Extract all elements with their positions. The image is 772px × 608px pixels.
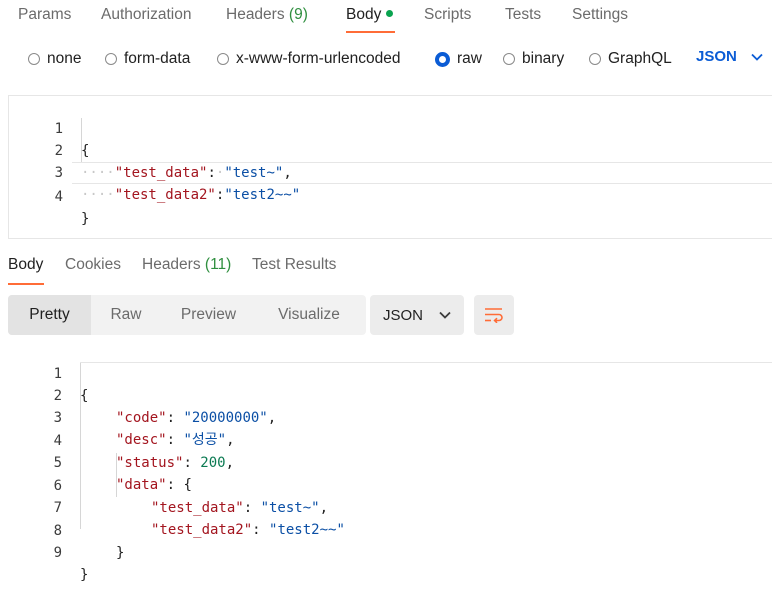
radio-graphql[interactable]: GraphQL (589, 49, 672, 69)
code-line: 2 ····"test_data":·"test~", (9, 118, 772, 181)
radio-form-data[interactable]: form-data (105, 49, 190, 69)
brace-close: } (81, 211, 90, 227)
view-mode-toggle: Pretty Raw Preview Visualize (8, 295, 366, 335)
tab-params-label: Params (18, 6, 72, 23)
chevron-down-icon (439, 311, 451, 319)
view-raw-label: Raw (110, 306, 142, 323)
code-line: 1 { (8, 341, 772, 404)
raw-format-label: JSON (696, 48, 737, 65)
wrap-lines-icon (485, 308, 503, 323)
radio-raw[interactable]: raw (435, 49, 482, 69)
line-number: 9 (53, 545, 62, 561)
code-line: 8 } (8, 498, 772, 561)
code-line: 6 "test_data": "test~", (8, 453, 772, 516)
response-active-tab-indicator (8, 283, 44, 285)
tab-authorization-label: Authorization (101, 6, 192, 23)
radio-circle-icon (217, 53, 229, 65)
code-line: 1 { (9, 96, 772, 159)
tab-params[interactable]: Params (18, 5, 71, 25)
view-preview-label: Preview (180, 306, 237, 323)
active-tab-indicator (346, 31, 395, 33)
view-preview-button[interactable]: Preview (161, 295, 256, 335)
whitespace-dots: ···· (81, 187, 115, 203)
tab-tests[interactable]: Tests (505, 5, 541, 25)
radio-selected-icon (435, 51, 450, 67)
response-tab-body-label: Body (8, 256, 44, 273)
line-number: 4 (54, 189, 63, 205)
view-visualize-label: Visualize (278, 306, 340, 323)
tab-authorization[interactable]: Authorization (101, 5, 191, 25)
response-language-select[interactable]: JSON (370, 295, 464, 335)
request-body-editor[interactable]: 1 { 2 ····"test_data":·"test~", 3 ····"t… (8, 95, 772, 239)
radio-binary[interactable]: binary (503, 49, 564, 69)
radio-circle-icon (503, 53, 515, 65)
radio-circle-icon (28, 53, 40, 65)
view-raw-button[interactable]: Raw (91, 295, 161, 335)
radio-none[interactable]: none (28, 49, 81, 69)
radio-form-data-label: form-data (124, 50, 191, 67)
code-line: 3 ····"test_data2":"test2~~" (9, 140, 772, 203)
brace-close: } (116, 545, 125, 561)
view-pretty-button[interactable]: Pretty (8, 295, 91, 335)
response-tab-cookies-label: Cookies (65, 256, 121, 273)
view-visualize-button[interactable]: Visualize (256, 295, 362, 335)
code-line: 3 "desc": "성공", (8, 385, 772, 448)
chevron-down-icon (751, 53, 763, 61)
radio-raw-label: raw (457, 50, 482, 67)
response-headers-count-badge: (11) (204, 256, 232, 273)
code-line: 4 "status": 200, (8, 408, 772, 471)
response-tab-test-results-label: Test Results (252, 256, 337, 273)
tab-headers-label: Headers (226, 6, 285, 23)
tab-body-label: Body (346, 6, 382, 23)
code-line: 2 "code": "20000000", (8, 363, 772, 426)
headers-count-badge: (9) (288, 6, 308, 23)
json-string: "test2~~" (224, 187, 301, 203)
response-tab-test-results[interactable]: Test Results (252, 256, 336, 274)
radio-circle-icon (105, 53, 117, 65)
tab-tests-label: Tests (505, 6, 542, 23)
response-tab-headers[interactable]: Headers (11) (142, 256, 231, 274)
json-key: "test_data2" (114, 187, 216, 203)
radio-circle-icon (589, 53, 601, 65)
body-modified-dot (386, 10, 394, 17)
tab-headers[interactable]: Headers (9) (226, 5, 308, 25)
tab-scripts-label: Scripts (424, 6, 472, 23)
radio-binary-label: binary (522, 50, 565, 67)
brace-close: } (80, 567, 89, 583)
tab-settings-label: Settings (572, 6, 629, 23)
radio-urlencoded-label: x-www-form-urlencoded (236, 50, 401, 67)
raw-format-dropdown[interactable]: JSON (696, 48, 763, 65)
radio-none-label: none (47, 50, 82, 67)
wrap-lines-button[interactable] (474, 295, 514, 335)
code-line: 4 } (9, 164, 772, 227)
code-line: 9 } (8, 520, 772, 583)
response-tab-cookies[interactable]: Cookies (65, 256, 121, 274)
radio-urlencoded[interactable]: x-www-form-urlencoded (217, 49, 401, 69)
code-line: 7 "test_data2": "test2~~" (8, 475, 772, 538)
tab-settings[interactable]: Settings (572, 5, 628, 25)
view-pretty-label: Pretty (29, 306, 70, 323)
response-body-viewer[interactable]: 1 { 2 "code": "20000000", 3 "desc": "성공"… (8, 341, 772, 583)
radio-graphql-label: GraphQL (608, 50, 672, 67)
tab-scripts[interactable]: Scripts (424, 5, 471, 25)
response-tab-headers-label: Headers (142, 256, 201, 273)
tab-body[interactable]: Body (346, 5, 394, 25)
code-line: 5 "data": { (8, 430, 772, 493)
response-language-label: JSON (383, 306, 424, 324)
response-tab-body[interactable]: Body (8, 256, 43, 274)
